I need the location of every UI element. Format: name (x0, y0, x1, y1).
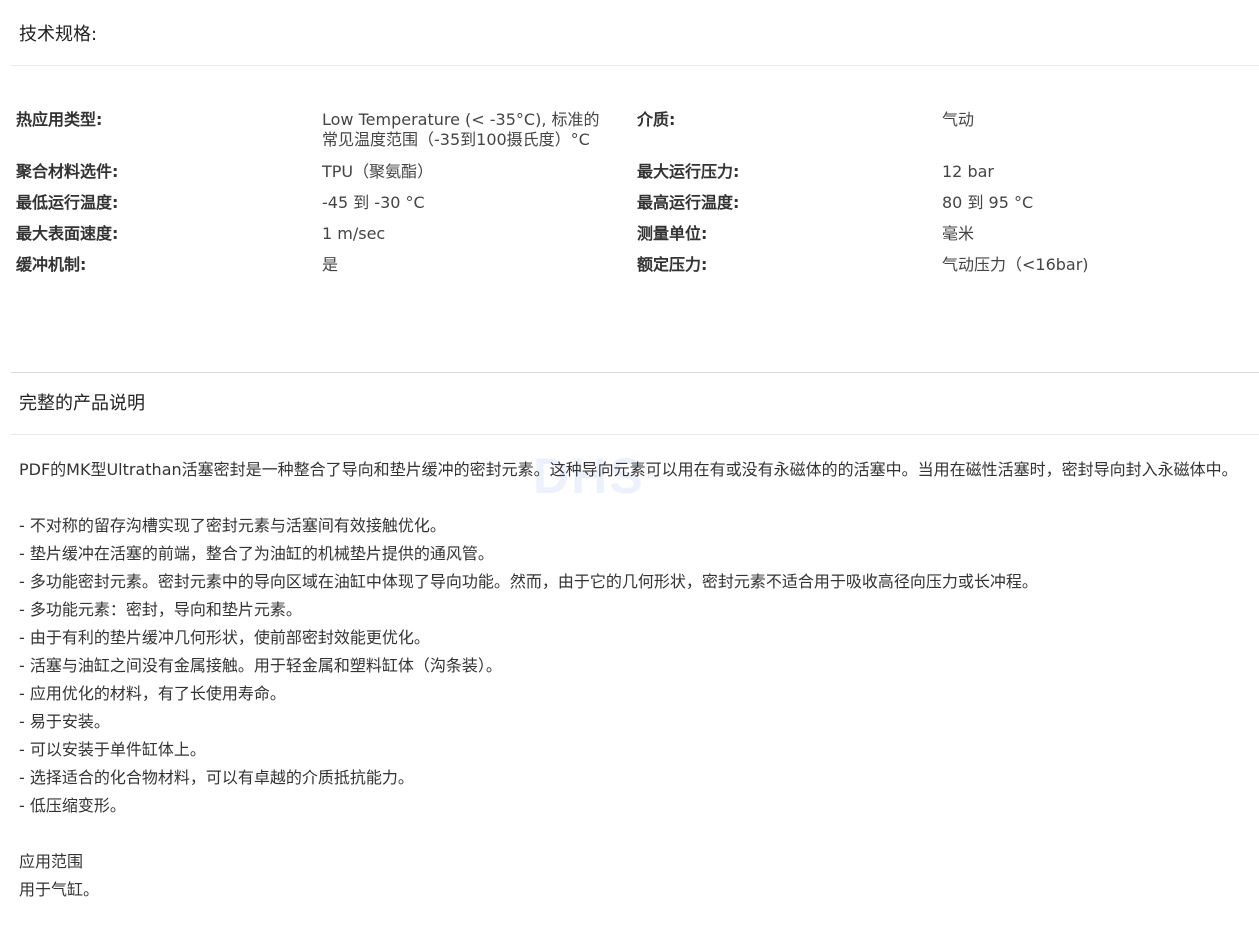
feature-item: - 由于有利的垫片缓冲几何形状，使前部密封效能更优化。 (19, 628, 430, 647)
feature-item: - 低压缩变形。 (19, 796, 126, 815)
description-section-header (11, 373, 1259, 435)
feature-item: - 多功能密封元素。密封元素中的导向区域在油缸中体现了导向功能。然而，由于它的几… (19, 572, 1038, 591)
feature-item: - 多功能元素：密封，导向和垫片元素。 (19, 600, 302, 619)
spec-label: 最低运行温度: (16, 193, 119, 212)
spec-value: 毫米 (942, 224, 975, 243)
description-intro: PDF的MK型Ultrathan活塞密封是一种整合了导向和垫片缓冲的密封元素。这… (19, 460, 1238, 479)
spec-value: 1 m/sec (322, 224, 386, 243)
feature-item: - 可以安装于单件缸体上。 (19, 740, 206, 759)
spec-table: 热应用类型: Low Temperature (< -35°C), 标准的常见温… (16, 110, 1246, 286)
spec-label: 最大运行压力: (637, 162, 740, 181)
spec-value: 12 bar (942, 162, 994, 181)
feature-item: - 不对称的留存沟槽实现了密封元素与活塞间有效接触优化。 (19, 516, 446, 535)
description-body: PDF的MK型Ultrathan活塞密封是一种整合了导向和垫片缓冲的密封元素。这… (19, 456, 1255, 904)
spec-row: 缓冲机制: 是 额定压力: 气动压力（<16bar) (16, 255, 1246, 286)
spec-label: 最高运行温度: (637, 193, 740, 212)
spec-value: 是 (322, 255, 339, 274)
spec-label: 测量单位: (637, 224, 708, 243)
application-text: 用于气缸。 (19, 880, 100, 899)
spec-section-title: 技术规格: (19, 24, 98, 45)
spec-row: 最低运行温度: -45 到 -30 °C 最高运行温度: 80 到 95 °C (16, 193, 1246, 224)
application-title: 应用范围 (19, 852, 84, 871)
spec-value: TPU（聚氨酯） (322, 162, 434, 181)
spec-label: 缓冲机制: (16, 255, 87, 274)
spec-value: -45 到 -30 °C (322, 193, 425, 212)
description-section-title: 完整的产品说明 (19, 393, 145, 414)
spec-value: Low Temperature (< -35°C), 标准的常见温度范围（-35… (322, 110, 600, 149)
spec-row: 最大表面速度: 1 m/sec 测量单位: 毫米 (16, 224, 1246, 255)
feature-list: - 不对称的留存沟槽实现了密封元素与活塞间有效接触优化。 - 垫片缓冲在活塞的前… (19, 512, 1255, 820)
spec-label: 聚合材料选件: (16, 162, 119, 181)
spec-value: 气动 (942, 110, 975, 129)
feature-item: - 选择适合的化合物材料，可以有卓越的介质抵抗能力。 (19, 768, 414, 787)
feature-item: - 活塞与油缸之间没有金属接触。用于轻金属和塑料缸体（沟条装）。 (19, 656, 502, 675)
spec-row: 聚合材料选件: TPU（聚氨酯） 最大运行压力: 12 bar (16, 162, 1246, 193)
spec-label: 热应用类型: (16, 110, 103, 129)
spec-row: 热应用类型: Low Temperature (< -35°C), 标准的常见温… (16, 110, 1246, 162)
spec-label: 介质: (637, 110, 676, 129)
spec-value: 气动压力（<16bar) (942, 255, 1089, 274)
spec-value: 80 到 95 °C (942, 193, 1034, 212)
feature-item: - 垫片缓冲在活塞的前端，整合了为油缸的机械垫片提供的通风管。 (19, 544, 494, 563)
spec-label: 额定压力: (637, 255, 708, 274)
feature-item: - 易于安装。 (19, 712, 110, 731)
spec-label: 最大表面速度: (16, 224, 119, 243)
feature-item: - 应用优化的材料，有了长使用寿命。 (19, 684, 286, 703)
spec-section-header (11, 0, 1259, 66)
